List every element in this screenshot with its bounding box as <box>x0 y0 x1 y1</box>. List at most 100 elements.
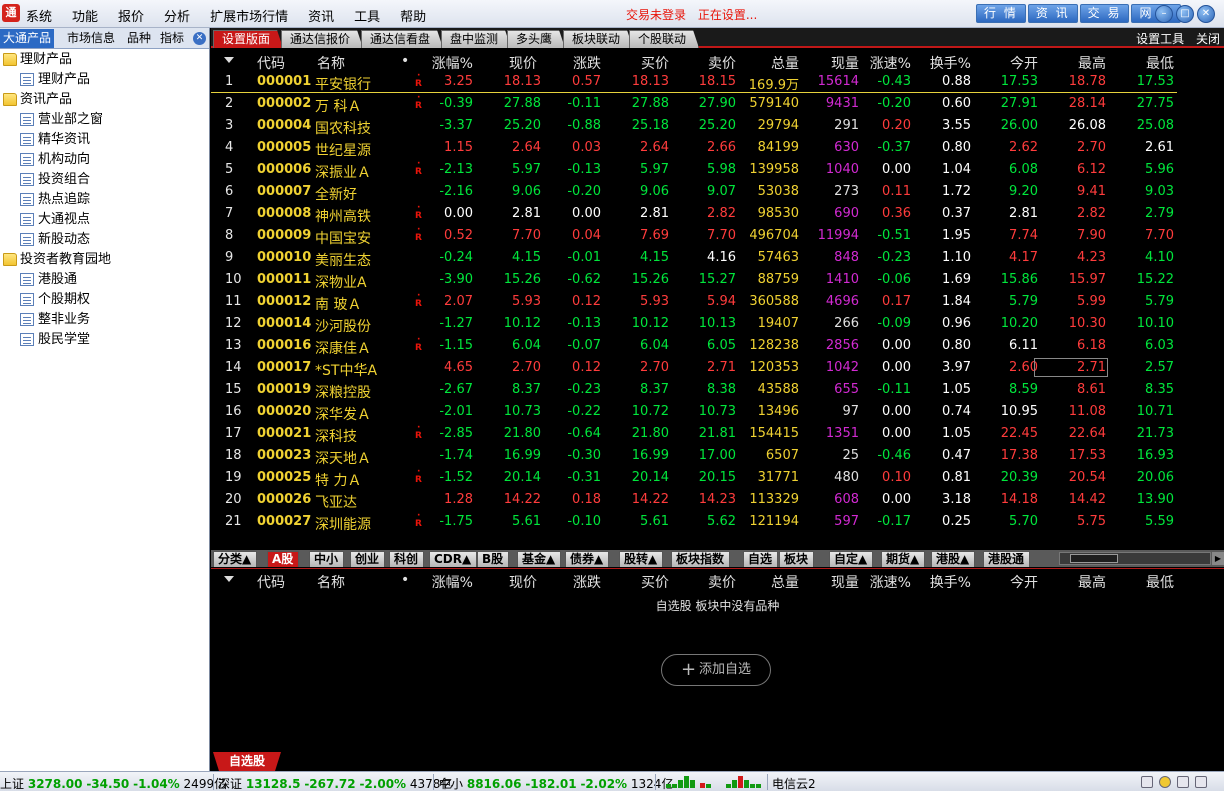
column-header[interactable]: 最高 <box>1036 53 1106 73</box>
column-header[interactable]: 涨幅% <box>403 53 473 73</box>
column-header[interactable]: 代码 <box>257 53 285 73</box>
tree-item[interactable]: 港股通 <box>0 270 209 290</box>
category-tab[interactable]: 板块指数 <box>671 551 731 567</box>
tab-varieties[interactable]: 品种 <box>124 29 154 48</box>
column-header[interactable]: 最低 <box>1104 53 1174 73</box>
tree-item[interactable]: 精华资讯 <box>0 130 209 150</box>
horizontal-scrollbar[interactable] <box>1059 552 1211 565</box>
column-header[interactable]: 今开 <box>968 572 1038 592</box>
table-row[interactable]: 18 000023 深天地Ａ -1.74 16.99 -0.30 16.99 17.00 650… <box>211 445 1177 467</box>
settings-icon[interactable] <box>1195 776 1207 788</box>
column-header[interactable]: 换手% <box>901 572 971 592</box>
server-name[interactable]: 电信云2 <box>772 775 816 791</box>
category-tab[interactable]: CDR▲ <box>429 551 478 567</box>
trade-login-status[interactable]: 交易未登录 <box>626 8 686 22</box>
tree-item[interactable]: 理财产品 <box>0 70 209 90</box>
tab-watchlist[interactable]: 自选股 <box>213 752 281 771</box>
column-header[interactable]: 名称 <box>317 53 345 73</box>
menu-quote[interactable]: 报价 <box>118 6 144 25</box>
category-tab[interactable]: 自定▲ <box>829 551 874 567</box>
sidebar-close-icon[interactable]: ✕ <box>193 32 206 45</box>
tab-intraday-monitor[interactable]: 盘中监测 <box>441 30 511 48</box>
column-header[interactable]: 涨幅% <box>403 572 473 592</box>
tree-folder[interactable]: 投资者教育园地 <box>0 250 209 270</box>
coin-icon[interactable] <box>1159 776 1171 788</box>
column-header[interactable]: 换手% <box>901 53 971 73</box>
table-row[interactable]: 19 000025 特 力Ａ -1.52 20.14 -0.31 20.14 20.15 317… <box>211 467 1177 489</box>
tree-folder[interactable]: 资讯产品 <box>0 90 209 110</box>
column-header[interactable]: 涨跌 <box>531 572 601 592</box>
table-row[interactable]: 1 000001 平安银行 3.25 18.13 0.57 18.13 18.15 169.9万… <box>211 71 1177 93</box>
tab-stock-link[interactable]: 个股联动 <box>629 30 699 48</box>
column-header[interactable]: 涨跌 <box>531 53 601 73</box>
table-row[interactable]: 7 000008 神州高铁 0.00 2.81 0.00 2.81 2.82 98530 690 0… <box>211 203 1177 225</box>
tree-item[interactable]: 股民学堂 <box>0 330 209 350</box>
quote-button[interactable]: 行 情 <box>976 4 1026 23</box>
tab-tdx-quote[interactable]: 通达信报价 <box>281 30 363 48</box>
category-tab[interactable]: 期货▲ <box>881 551 926 567</box>
tree-item[interactable]: 大通视点 <box>0 210 209 230</box>
category-tab[interactable]: 港股通 <box>983 551 1031 567</box>
table-row[interactable]: 16 000020 深华发Ａ -2.01 10.73 -0.22 10.72 10.73 134… <box>211 401 1177 423</box>
index-shanghai[interactable]: 上证 3278.00 -34.50 -1.04% 2499亿 <box>0 775 226 791</box>
minimize-icon[interactable]: – <box>1155 5 1173 23</box>
tab-bull-eagle[interactable]: 多头鹰 <box>507 30 565 48</box>
category-tab[interactable]: 板块 <box>779 551 815 567</box>
table-row[interactable]: 12 000014 沙河股份 -1.27 10.12 -0.13 10.12 10.13 194… <box>211 313 1177 335</box>
category-tab[interactable]: 基金▲ <box>517 551 562 567</box>
close-panel-button[interactable]: 关闭 <box>1196 32 1220 46</box>
category-tab[interactable]: 自选 <box>743 551 779 567</box>
tab-tdx-watch[interactable]: 通达信看盘 <box>361 30 443 48</box>
tools-icon[interactable] <box>1177 776 1189 788</box>
tree-item[interactable]: 营业部之窗 <box>0 110 209 130</box>
table-row[interactable]: 11 000012 南 玻Ａ 2.07 5.93 0.12 5.93 5.94 360588 46… <box>211 291 1177 313</box>
add-watchlist-button[interactable]: + 添加自选 <box>661 654 771 686</box>
column-header[interactable]: 卖价 <box>666 53 736 73</box>
menu-news[interactable]: 资讯 <box>308 6 334 25</box>
table-row[interactable]: 9 000010 美丽生态 -0.24 4.15 -0.01 4.15 4.16 57463 84… <box>211 247 1177 269</box>
category-tab[interactable]: 债券▲ <box>565 551 610 567</box>
column-header[interactable]: 今开 <box>968 53 1038 73</box>
menu-extended-market[interactable]: 扩展市场行情 <box>210 6 288 25</box>
maximize-icon[interactable]: □ <box>1176 5 1194 23</box>
news-button[interactable]: 资 讯 <box>1027 4 1078 23</box>
tree-item[interactable]: 整非业务 <box>0 310 209 330</box>
category-tab[interactable]: A股 <box>267 551 300 567</box>
close-icon[interactable]: ✕ <box>1197 5 1215 23</box>
tree-item[interactable]: 个股期权 <box>0 290 209 310</box>
tree-item[interactable]: 投资组合 <box>0 170 209 190</box>
category-tab[interactable]: B股 <box>477 551 510 567</box>
column-header[interactable]: 名称 <box>317 572 345 592</box>
sort-caret-icon[interactable] <box>224 57 234 63</box>
column-header[interactable]: 最高 <box>1036 572 1106 592</box>
column-header[interactable]: 最低 <box>1104 572 1174 592</box>
category-tab[interactable]: 港股▲ <box>931 551 976 567</box>
tab-datong-products[interactable]: 大通产品 <box>0 29 55 48</box>
menu-function[interactable]: 功能 <box>72 6 98 25</box>
category-tab[interactable]: 中小 <box>309 551 345 567</box>
column-header[interactable]: 买价 <box>599 572 669 592</box>
tab-layout-settings[interactable]: 设置版面 <box>213 30 283 48</box>
table-row[interactable]: 3 000004 国农科技 -3.37 25.20 -0.88 25.18 25.20 2979… <box>211 115 1177 137</box>
scroll-thumb[interactable] <box>1070 554 1118 563</box>
table-row[interactable]: 15 000019 深粮控股 -2.67 8.37 -0.23 8.37 8.38 43588 6… <box>211 379 1177 401</box>
index-sme[interactable]: 中小 8816.06 -182.01 -2.02% 1324亿 <box>439 775 673 791</box>
tree-item[interactable]: 热点追踪 <box>0 190 209 210</box>
table-row[interactable]: 4 000005 世纪星源 1.15 2.64 0.03 2.64 2.66 84199 630-… <box>211 137 1177 159</box>
tab-market-info[interactable]: 市场信息 <box>64 29 118 48</box>
category-tab[interactable]: 股转▲ <box>619 551 664 567</box>
menu-tools[interactable]: 工具 <box>354 6 380 25</box>
menu-system[interactable]: 系统 <box>26 6 52 25</box>
column-header[interactable]: 现价 <box>467 572 537 592</box>
menu-help[interactable]: 帮助 <box>400 6 426 25</box>
table-row[interactable]: 13 000016 深康佳Ａ -1.15 6.04 -0.07 6.04 6.05 128238… <box>211 335 1177 357</box>
index-shenzhen[interactable]: 深证 13128.5 -267.72 -2.00% 4378亿 <box>218 775 452 791</box>
column-header[interactable]: 卖价 <box>666 572 736 592</box>
tab-sector-link[interactable]: 板块联动 <box>563 30 633 48</box>
category-tab[interactable]: 分类▲ <box>213 551 258 567</box>
table-row[interactable]: 20 000026 飞亚达 1.28 14.22 0.18 14.22 14.23 113329… <box>211 489 1177 511</box>
tree-folder[interactable]: 理财产品 <box>0 50 209 70</box>
table-row[interactable]: 10 000011 深物业A -3.90 15.26 -0.62 15.26 15.27 887… <box>211 269 1177 291</box>
sort-caret-icon[interactable] <box>224 576 234 582</box>
table-row[interactable]: 5 000006 深振业Ａ -2.13 5.97 -0.13 5.97 5.98 139958 1… <box>211 159 1177 181</box>
